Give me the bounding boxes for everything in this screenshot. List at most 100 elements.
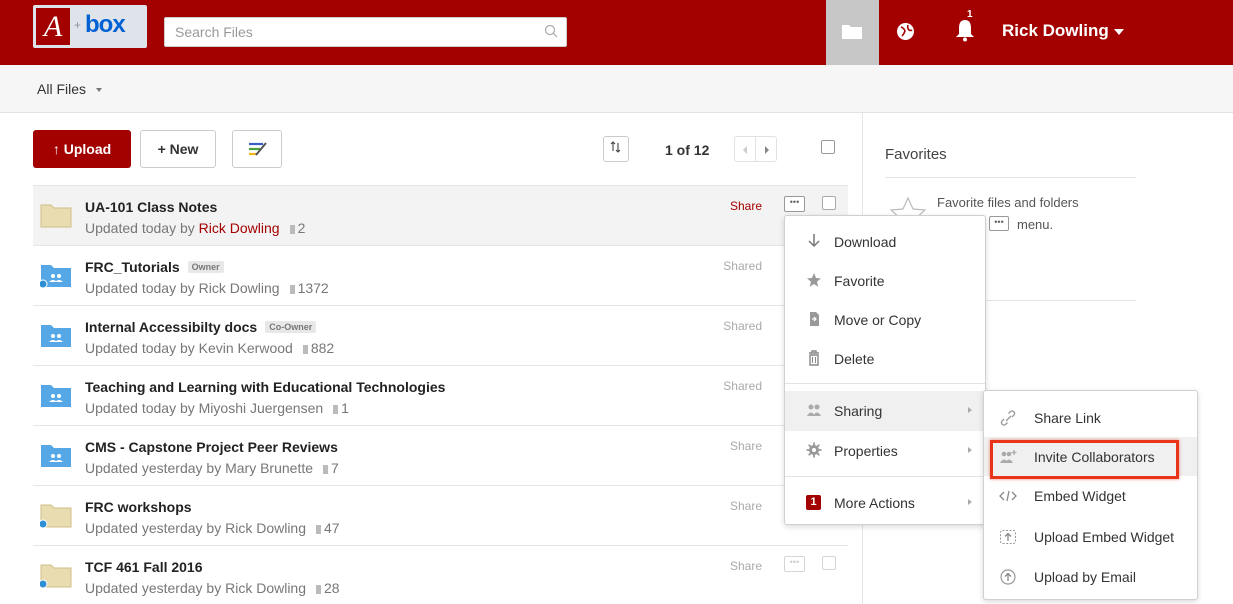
updated-by-link[interactable]: Rick Dowling <box>225 520 306 536</box>
next-page-button[interactable] <box>756 137 777 161</box>
upload-embed-icon <box>1000 530 1016 544</box>
app-logo[interactable]: A + box <box>33 5 147 48</box>
shared-folder-icon <box>40 265 71 288</box>
share-link[interactable]: Shared <box>723 259 762 273</box>
role-badge: Co-Owner <box>265 321 317 333</box>
chevron-down-icon[interactable] <box>1114 29 1124 35</box>
gear-icon <box>806 442 822 458</box>
sort-icon <box>610 141 621 153</box>
submenu-item-share-link[interactable]: Share Link <box>984 398 1197 437</box>
menu-divider <box>785 476 985 477</box>
row-checkbox[interactable] <box>822 556 836 570</box>
updated-by-link[interactable]: Rick Dowling <box>199 220 280 236</box>
meta-text: Updated today by <box>85 340 199 356</box>
breadcrumb[interactable]: All Files <box>37 81 86 97</box>
share-link[interactable]: Share <box>730 559 762 573</box>
folder-icon <box>842 25 862 39</box>
file-name[interactable]: FRC_Tutorials Owner <box>85 259 224 275</box>
file-name[interactable]: CMS - Capstone Project Peer Reviews <box>85 439 338 455</box>
chevron-right-icon <box>968 499 972 505</box>
logo-plus: + <box>74 18 82 32</box>
menu-item-label: Move or Copy <box>834 312 922 328</box>
item-count: 1 <box>333 400 349 416</box>
sort-button[interactable] <box>603 136 629 162</box>
updated-by-link[interactable]: Rick Dowling <box>199 280 280 296</box>
menu-item-download[interactable]: Download <box>785 222 985 262</box>
updated-by-link[interactable]: Kevin Kerwood <box>199 340 293 356</box>
submenu-item-label: Share Link <box>1034 410 1101 426</box>
menu-item-properties[interactable]: Properties <box>785 431 985 471</box>
file-name[interactable]: FRC workshops <box>85 499 192 515</box>
file-row[interactable]: FRC workshops Updated yesterday by Rick … <box>33 485 848 545</box>
submenu-item-upload-by-email[interactable]: Upload by Email <box>984 557 1197 596</box>
item-count: 882 <box>303 340 334 356</box>
updated-by-link[interactable]: Miyoshi Juergensen <box>199 400 324 416</box>
more-options-button[interactable]: ••• <box>784 556 805 572</box>
search-input[interactable] <box>165 18 535 46</box>
share-link[interactable]: Share <box>730 439 762 453</box>
file-name-text[interactable]: FRC workshops <box>85 499 192 515</box>
previous-page-button[interactable] <box>735 137 756 161</box>
file-row[interactable]: Internal Accessibilty docs Co-Owner Updat… <box>33 305 848 365</box>
file-name[interactable]: TCF 461 Fall 2016 <box>85 559 203 575</box>
menu-item-more-actions[interactable]: 1 More Actions <box>785 483 985 523</box>
item-count: 47 <box>316 520 340 536</box>
favorites-hint: Favorite files and folders <box>937 195 1079 210</box>
file-name-text[interactable]: FRC_Tutorials <box>85 259 180 275</box>
menu-item-label: More Actions <box>834 495 915 511</box>
share-link[interactable]: Share <box>730 199 762 213</box>
bell-icon[interactable] <box>955 18 975 42</box>
item-count: 28 <box>316 580 340 596</box>
file-name-text[interactable]: TCF 461 Fall 2016 <box>85 559 203 575</box>
code-icon <box>999 490 1017 502</box>
submenu-item-embed-widget[interactable]: Embed Widget <box>984 476 1197 515</box>
menu-item-label: Download <box>834 234 897 250</box>
file-row[interactable]: Teaching and Learning with Educational T… <box>33 365 848 425</box>
meta-text: Updated yesterday by <box>85 520 226 536</box>
submenu-item-label: Upload Embed Widget <box>1034 529 1175 545</box>
top-bar: A + box 1 Rick Dowling <box>0 0 1233 65</box>
user-menu[interactable]: Rick Dowling <box>1002 21 1109 41</box>
upload-button[interactable]: ↑ Upload <box>33 130 131 168</box>
search-icon[interactable] <box>544 24 558 38</box>
file-row[interactable]: FRC_Tutorials Owner Updated today by Rick… <box>33 245 848 305</box>
select-all-checkbox[interactable] <box>821 140 835 154</box>
file-name[interactable]: Internal Accessibilty docs Co-Owner <box>85 319 317 335</box>
chevron-down-icon[interactable] <box>96 88 102 92</box>
move-copy-icon <box>810 312 819 326</box>
file-row[interactable]: TCF 461 Fall 2016 Updated yesterday by R… <box>33 545 848 604</box>
globe-icon[interactable] <box>896 22 915 41</box>
submenu-item-upload-embed-widget[interactable]: Upload Embed Widget <box>984 517 1197 556</box>
box-notes-button[interactable] <box>232 130 282 168</box>
row-checkbox[interactable] <box>822 196 836 210</box>
notification-count: 1 <box>967 9 973 20</box>
breadcrumb-bar: All Files <box>0 65 1233 113</box>
share-link[interactable]: Shared <box>723 319 762 333</box>
updated-by-link[interactable]: Mary Brunette <box>225 460 313 476</box>
file-name-text[interactable]: UA-101 Class Notes <box>85 199 217 215</box>
menu-item-move-copy[interactable]: Move or Copy <box>785 300 985 340</box>
files-tab[interactable] <box>826 0 879 65</box>
share-link[interactable]: Shared <box>723 379 762 393</box>
file-name[interactable]: UA-101 Class Notes <box>85 199 217 215</box>
share-link[interactable]: Share <box>730 499 762 513</box>
file-meta: Updated today by Kevin Kerwood 882 <box>85 340 334 356</box>
submenu-item-label: Embed Widget <box>1034 488 1126 504</box>
synced-folder-icon <box>40 504 72 528</box>
shared-folder-icon <box>41 325 71 347</box>
more-options-button[interactable]: ••• <box>784 196 805 212</box>
updated-by-link[interactable]: Rick Dowling <box>225 580 306 596</box>
pager <box>734 136 777 162</box>
role-badge: Owner <box>187 261 224 273</box>
new-button[interactable]: + New <box>140 130 216 168</box>
menu-item-favorite[interactable]: Favorite <box>785 261 985 301</box>
file-row[interactable]: UA-101 Class Notes Updated today by Rick… <box>33 185 848 245</box>
file-name-text[interactable]: Teaching and Learning with Educational T… <box>85 379 445 395</box>
file-row[interactable]: CMS - Capstone Project Peer Reviews Upda… <box>33 425 848 485</box>
menu-item-sharing[interactable]: Sharing <box>785 391 985 431</box>
menu-item-delete[interactable]: Delete <box>785 339 985 379</box>
trash-icon <box>809 350 819 366</box>
file-name-text[interactable]: Internal Accessibilty docs <box>85 319 257 335</box>
file-name[interactable]: Teaching and Learning with Educational T… <box>85 379 445 395</box>
file-name-text[interactable]: CMS - Capstone Project Peer Reviews <box>85 439 338 455</box>
